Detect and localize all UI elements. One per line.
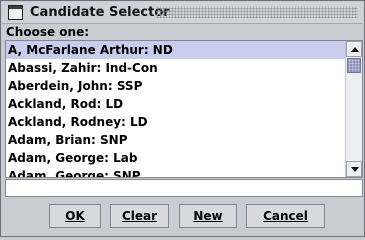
vertical-scrollbar[interactable] bbox=[345, 41, 362, 177]
candidate-list-view[interactable]: A, McFarlane Arthur: ND Abassi, Zahir: I… bbox=[6, 41, 346, 177]
scroll-down-button[interactable] bbox=[346, 161, 362, 177]
arrow-up-icon bbox=[351, 47, 359, 52]
candidate-list[interactable]: A, McFarlane Arthur: ND Abassi, Zahir: I… bbox=[5, 40, 363, 178]
scroll-up-button[interactable] bbox=[346, 41, 362, 57]
clear-button[interactable]: Clear bbox=[110, 204, 169, 228]
list-item-6[interactable]: Adam, George: Lab bbox=[6, 149, 346, 167]
arrow-down-icon bbox=[351, 167, 359, 172]
window-title: Candidate Selector bbox=[30, 5, 170, 20]
candidate-selector-window: Candidate Selector Choose one: A, McFarl… bbox=[0, 0, 365, 237]
list-item-4[interactable]: Ackland, Rodney: LD bbox=[6, 113, 346, 131]
ok-button[interactable]: OK bbox=[49, 204, 101, 228]
cancel-button[interactable]: Cancel bbox=[246, 204, 325, 228]
list-item-7[interactable]: Adam, George: SNP bbox=[6, 167, 346, 177]
window-icon bbox=[8, 5, 23, 20]
new-button[interactable]: New bbox=[179, 204, 237, 228]
title-bar-grip[interactable] bbox=[156, 7, 358, 18]
choose-one-label: Choose one: bbox=[6, 25, 90, 39]
list-item-2[interactable]: Aberdein, John: SSP bbox=[6, 77, 346, 95]
candidate-text-input[interactable] bbox=[5, 179, 363, 197]
dialog-buttons: OK Clear New Cancel bbox=[49, 204, 325, 228]
scroll-thumb[interactable] bbox=[347, 58, 361, 73]
list-item-5[interactable]: Adam, Brian: SNP bbox=[6, 131, 346, 149]
title-bar[interactable]: Candidate Selector bbox=[2, 2, 363, 24]
list-item-3[interactable]: Ackland, Rod: LD bbox=[6, 95, 346, 113]
list-item-0[interactable]: A, McFarlane Arthur: ND bbox=[6, 41, 346, 59]
list-item-1[interactable]: Abassi, Zahir: Ind-Con bbox=[6, 59, 346, 77]
